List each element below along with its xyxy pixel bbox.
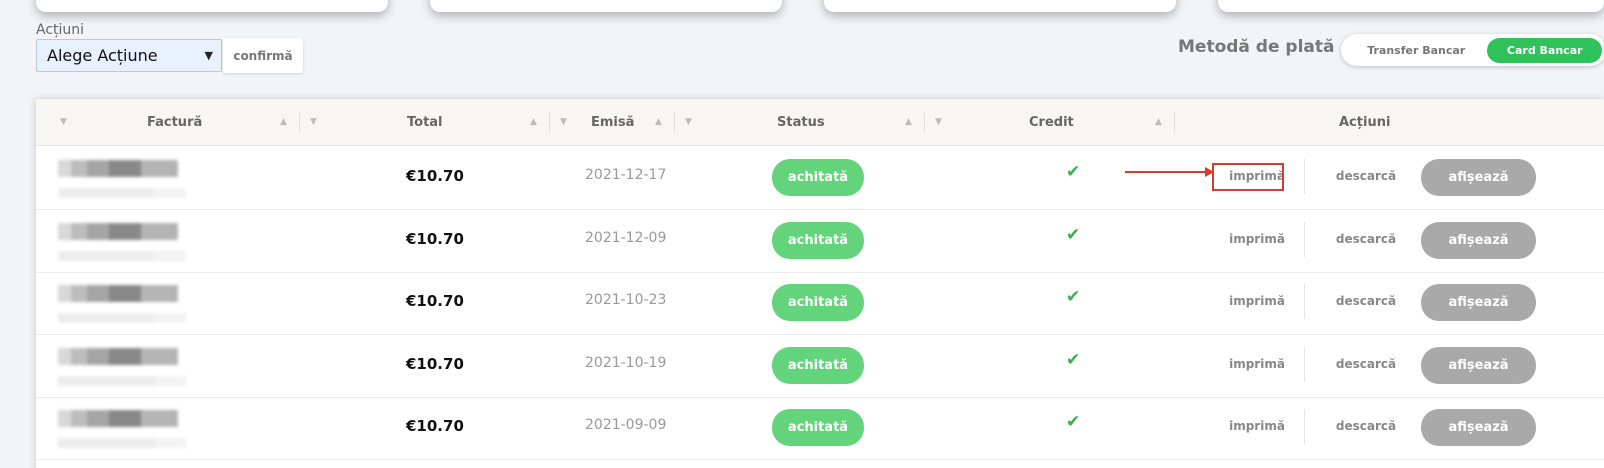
actions-divider xyxy=(1304,222,1305,257)
print-link[interactable]: imprimă xyxy=(1212,209,1302,270)
invoice-number-redacted xyxy=(58,410,218,448)
sort-up-icon[interactable]: ▲ xyxy=(905,99,912,146)
row-date: 2021-10-23 xyxy=(585,292,667,308)
action-select-value: Alege Acțiune xyxy=(47,46,158,65)
checkmark-icon: ✔ xyxy=(1066,412,1081,432)
row-date: 2021-12-09 xyxy=(585,230,667,246)
table-row: €10.70 2021-12-09 achitată ✔ imprimă des… xyxy=(36,209,1604,273)
chevron-down-icon: ▼ xyxy=(204,49,213,62)
invoice-number-redacted xyxy=(58,285,218,323)
actions-divider xyxy=(1304,159,1305,194)
print-link[interactable]: imprimă xyxy=(1212,334,1302,395)
download-link[interactable]: descarcă xyxy=(1316,334,1416,395)
download-link[interactable]: descarcă xyxy=(1316,146,1416,207)
row-total: €10.70 xyxy=(406,292,464,310)
sort-up-icon[interactable]: ▲ xyxy=(280,99,287,146)
status-badge: achitată xyxy=(772,409,864,446)
header-actions: Acțiuni xyxy=(1339,115,1391,130)
header-total[interactable]: Total xyxy=(407,99,443,146)
payment-method-toggle: Transfer Bancar Card Bancar xyxy=(1341,34,1604,66)
status-badge: achitată xyxy=(772,284,864,321)
table-header: ▼ Factură ▲ ▼ Total ▲ ▼ Emisă ▲ ▼ Status… xyxy=(36,99,1604,146)
summary-card xyxy=(824,0,1176,12)
header-divider xyxy=(549,113,550,133)
highlight-annotation xyxy=(1212,163,1284,191)
print-link[interactable]: imprimă xyxy=(1212,271,1302,332)
status-badge: achitată xyxy=(772,347,864,384)
checkmark-icon: ✔ xyxy=(1066,225,1081,245)
download-link[interactable]: descarcă xyxy=(1316,271,1416,332)
status-badge: achitată xyxy=(772,159,864,196)
table-row: €10.70 2021-10-19 achitată ✔ imprimă des… xyxy=(36,334,1604,398)
header-issued[interactable]: Emisă xyxy=(591,99,634,146)
table-row: €10.70 2021-12-17 achitată ✔ imprimă des… xyxy=(36,146,1604,210)
sort-up-icon[interactable]: ▲ xyxy=(1155,99,1162,146)
header-divider xyxy=(924,113,925,133)
row-total: €10.70 xyxy=(406,355,464,373)
row-total: €10.70 xyxy=(406,167,464,185)
header-divider xyxy=(1174,113,1175,133)
status-badge: achitată xyxy=(772,222,864,259)
arrow-right-icon xyxy=(1125,167,1214,177)
checkmark-icon: ✔ xyxy=(1066,162,1081,182)
invoice-number-redacted xyxy=(58,160,218,198)
view-button[interactable]: afișează xyxy=(1421,347,1536,384)
sort-down-icon[interactable]: ▼ xyxy=(60,99,67,146)
row-date: 2021-12-17 xyxy=(585,167,667,183)
print-link[interactable]: imprimă xyxy=(1212,396,1302,457)
download-link[interactable]: descarcă xyxy=(1316,209,1416,270)
sort-down-icon[interactable]: ▼ xyxy=(685,99,692,146)
row-total: €10.70 xyxy=(406,417,464,435)
bulk-actions-label: Acțiuni xyxy=(36,22,85,38)
actions-divider xyxy=(1304,409,1305,444)
actions-divider xyxy=(1304,347,1305,382)
sort-down-icon[interactable]: ▼ xyxy=(560,99,567,146)
view-button[interactable]: afișează xyxy=(1421,159,1536,196)
payment-option-card[interactable]: Card Bancar xyxy=(1487,37,1602,63)
payment-option-transfer[interactable]: Transfer Bancar xyxy=(1345,38,1487,63)
bulk-actions-row: Alege Acțiune ▼ confirmă xyxy=(36,38,303,73)
download-link[interactable]: descarcă xyxy=(1316,396,1416,457)
checkmark-icon: ✔ xyxy=(1066,350,1081,370)
header-credit[interactable]: Credit xyxy=(1029,99,1074,146)
row-total: €10.70 xyxy=(406,230,464,248)
header-status[interactable]: Status xyxy=(777,99,825,146)
view-button[interactable]: afișează xyxy=(1421,284,1536,321)
header-divider xyxy=(299,113,300,133)
confirm-button[interactable]: confirmă xyxy=(223,38,303,73)
view-button[interactable]: afișează xyxy=(1421,409,1536,446)
bulk-actions: Acțiuni Alege Acțiune ▼ confirmă xyxy=(36,22,303,73)
action-select[interactable]: Alege Acțiune ▼ xyxy=(36,39,222,72)
actions-divider xyxy=(1304,284,1305,319)
header-divider xyxy=(674,113,675,133)
summary-card xyxy=(1218,0,1604,12)
summary-card xyxy=(36,0,388,12)
view-button[interactable]: afișează xyxy=(1421,222,1536,259)
header-invoice[interactable]: Factură xyxy=(147,99,202,146)
sort-down-icon[interactable]: ▼ xyxy=(935,99,942,146)
table-row: €10.70 2021-09-09 achitată ✔ imprimă des… xyxy=(36,396,1604,460)
summary-card xyxy=(430,0,782,12)
invoice-number-redacted xyxy=(58,223,218,261)
sort-up-icon[interactable]: ▲ xyxy=(655,99,662,146)
row-date: 2021-10-19 xyxy=(585,355,667,371)
sort-down-icon[interactable]: ▼ xyxy=(310,99,317,146)
invoices-table: ▼ Factură ▲ ▼ Total ▲ ▼ Emisă ▲ ▼ Status… xyxy=(36,99,1604,468)
sort-up-icon[interactable]: ▲ xyxy=(530,99,537,146)
invoice-number-redacted xyxy=(58,348,218,386)
checkmark-icon: ✔ xyxy=(1066,287,1081,307)
row-date: 2021-09-09 xyxy=(585,417,667,433)
table-row: €10.70 2021-10-23 achitată ✔ imprimă des… xyxy=(36,271,1604,335)
payment-method-label: Metodă de plată xyxy=(1178,37,1335,57)
